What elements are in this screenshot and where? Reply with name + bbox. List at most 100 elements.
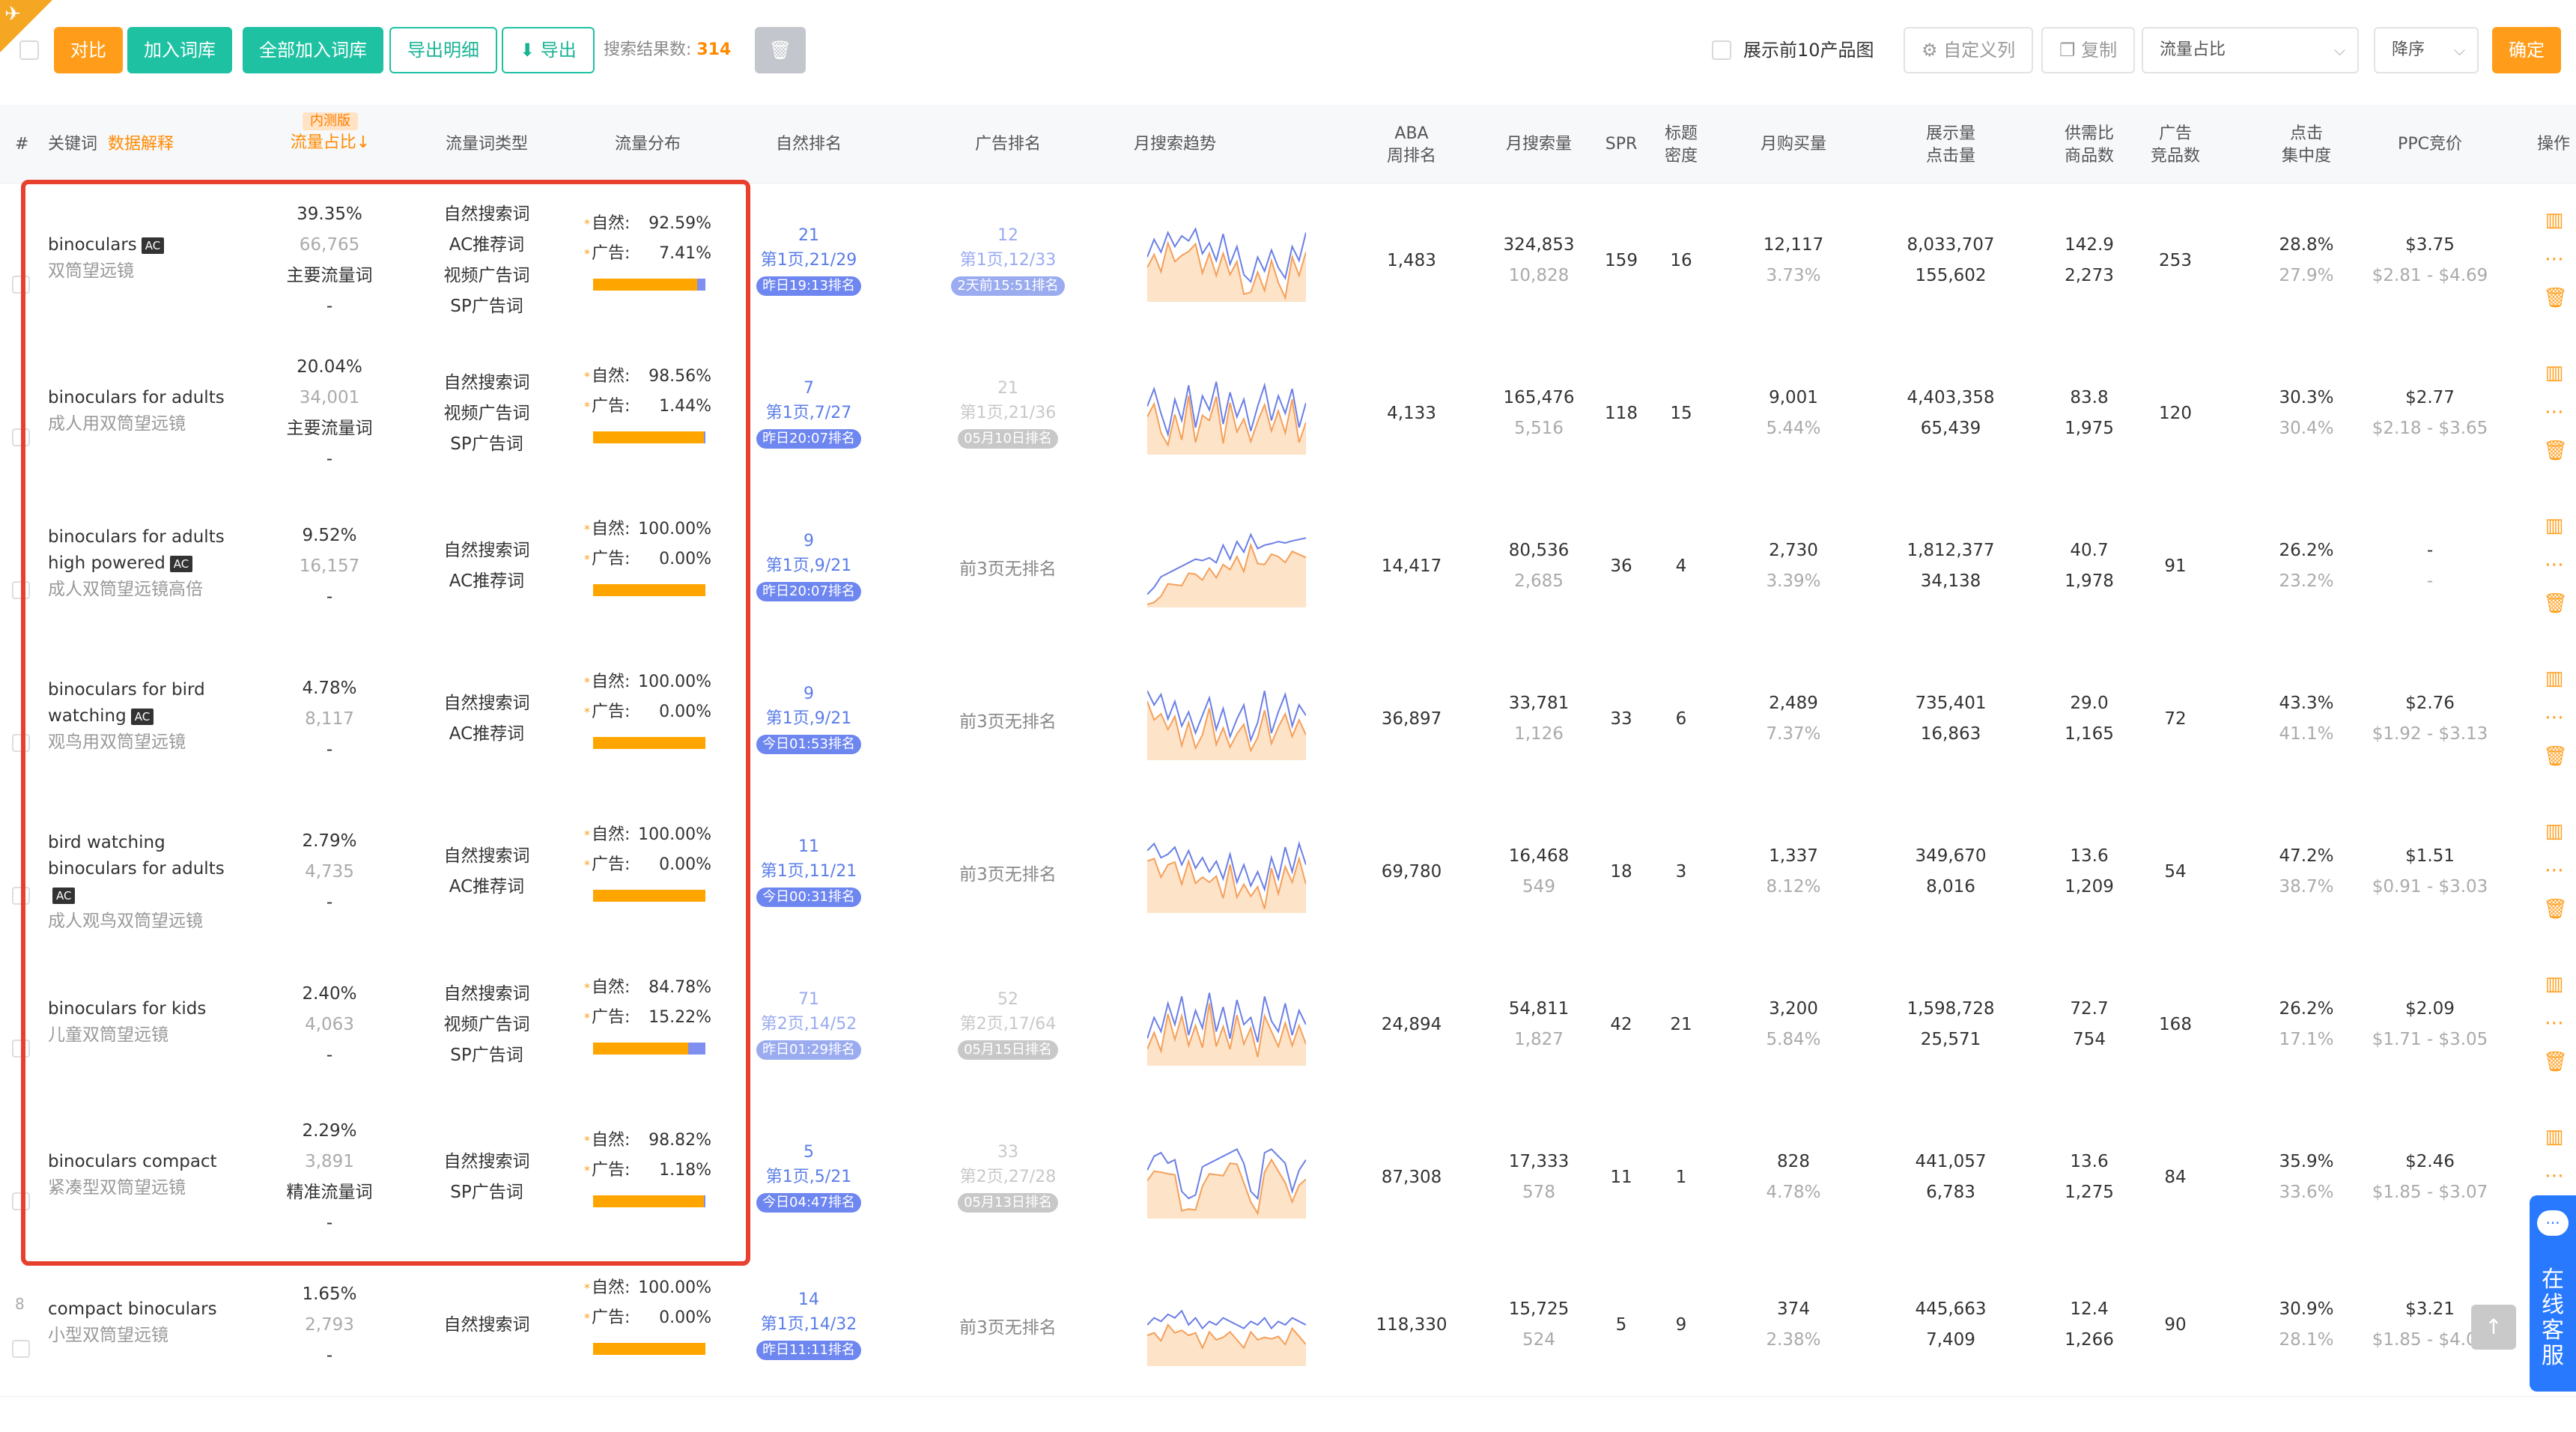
more-icon[interactable]: ⋯ bbox=[2543, 392, 2566, 431]
trash-icon[interactable]: 🗑 bbox=[2543, 890, 2568, 929]
organic-pct: 98.82% bbox=[648, 1131, 711, 1150]
organic-rank-cell[interactable]: 11 第1页,11/21 今日00:31排名 bbox=[741, 834, 876, 908]
row-checkbox[interactable] bbox=[12, 734, 30, 752]
more-icon[interactable]: ⋯ bbox=[2543, 1156, 2566, 1195]
ad-rank-cell[interactable]: 33 第2页,27/28 05月13日排名 bbox=[941, 1140, 1075, 1214]
export-button[interactable]: ⬇ 导出 bbox=[502, 27, 595, 73]
copy-button[interactable]: ❐ 复制 bbox=[2041, 27, 2136, 73]
keyword-cell[interactable]: bird watching binoculars for adults AC 成人… bbox=[48, 830, 243, 935]
confirm-button[interactable]: 确定 bbox=[2492, 27, 2561, 73]
delete-button[interactable]: 🗑 bbox=[755, 27, 806, 73]
bar-chart-icon[interactable]: ▥ bbox=[2543, 659, 2566, 698]
keyword-cell[interactable]: binoculars for adults 成人用双筒望远镜 bbox=[48, 385, 243, 437]
bar-chart-icon[interactable]: ▥ bbox=[2543, 201, 2566, 240]
search-trend-chart[interactable] bbox=[1147, 831, 1306, 913]
search-trend-chart[interactable] bbox=[1147, 678, 1306, 760]
keyword-cell[interactable]: binoculars compact 紧凑型双筒望远镜 bbox=[48, 1149, 243, 1201]
bar-chart-icon[interactable]: ▥ bbox=[2543, 354, 2566, 392]
add-all-to-library-button[interactable]: 全部加入词库 bbox=[243, 27, 383, 73]
keyword-cell[interactable]: binoculars for adults high powered AC 成人双… bbox=[48, 524, 243, 603]
keyword-text[interactable]: binoculars for kids bbox=[48, 999, 206, 1019]
organic-rank-cell[interactable]: 9 第1页,9/21 今日01:53排名 bbox=[741, 682, 876, 756]
trash-icon[interactable]: 🗑 bbox=[2543, 737, 2568, 776]
trash-icon[interactable]: 🗑 bbox=[2543, 431, 2568, 470]
search-trend-chart[interactable] bbox=[1147, 372, 1306, 455]
show-top10-checkbox[interactable] bbox=[1712, 40, 1731, 60]
sort-field-select[interactable]: 流量占比 ⌵ bbox=[2142, 27, 2359, 73]
traffic-share-count: 16,157 bbox=[299, 556, 360, 576]
keyword-cell[interactable]: binoculars for bird watching AC 观鸟用双筒望远镜 bbox=[48, 677, 243, 756]
online-support-widget[interactable]: ··· 在线客服 bbox=[2530, 1195, 2576, 1392]
traffic-type: 自然搜索词 bbox=[443, 846, 530, 866]
keyword-text[interactable]: binoculars bbox=[48, 235, 137, 255]
custom-columns-button[interactable]: ⚙ 自定义列 bbox=[1904, 27, 2034, 73]
search-trend-chart[interactable] bbox=[1147, 1136, 1306, 1219]
trash-icon[interactable]: 🗑 bbox=[2543, 1043, 2568, 1081]
ad-rank-cell[interactable]: 21 第1页,21/36 05月10日排名 bbox=[941, 376, 1075, 450]
trash-icon: 🗑 bbox=[768, 40, 792, 61]
sort-order-select[interactable]: 降序 ⌵ bbox=[2374, 27, 2479, 73]
traffic-type-cell: 自然搜索词 bbox=[419, 1310, 554, 1341]
more-icon[interactable]: ⋯ bbox=[2543, 1004, 2566, 1043]
data-explain-link[interactable]: 数据解释 bbox=[108, 135, 174, 154]
keyword-cell[interactable]: binoculars AC 双筒望远镜 bbox=[48, 232, 243, 285]
ad-rank-cell[interactable]: 12 第1页,12/33 2天前15:51排名 bbox=[941, 223, 1075, 297]
add-to-library-button[interactable]: 加入词库 bbox=[127, 27, 232, 73]
select-all-checkbox[interactable] bbox=[19, 40, 39, 60]
ad-rank-cell[interactable]: 52 第2页,17/64 05月15日排名 bbox=[941, 987, 1075, 1061]
organic-rank-time: 昨日20:07排名 bbox=[756, 429, 861, 449]
more-icon[interactable]: ⋯ bbox=[2543, 851, 2566, 890]
organic-label: *自然: bbox=[584, 673, 631, 691]
keyword-text[interactable]: binoculars for adults bbox=[48, 388, 225, 407]
more-icon[interactable]: ⋯ bbox=[2543, 698, 2566, 737]
row-checkbox[interactable] bbox=[12, 1340, 30, 1358]
organic-rank-cell[interactable]: 7 第1页,7/27 昨日20:07排名 bbox=[741, 376, 876, 450]
keyword-text[interactable]: binoculars for adults high powered bbox=[48, 527, 225, 573]
back-to-top-button[interactable]: ↑ bbox=[2471, 1305, 2516, 1350]
trash-icon[interactable]: 🗑 bbox=[2543, 584, 2568, 623]
row-checkbox[interactable] bbox=[12, 276, 30, 294]
row-checkbox[interactable] bbox=[12, 1192, 30, 1210]
row-checkbox[interactable] bbox=[12, 887, 30, 905]
row-checkbox[interactable] bbox=[12, 1040, 30, 1058]
bar-chart-icon[interactable]: ▥ bbox=[2543, 506, 2566, 545]
organic-rank-cell[interactable]: 9 第1页,9/21 昨日20:07排名 bbox=[741, 529, 876, 603]
search-trend-chart[interactable] bbox=[1147, 219, 1306, 302]
monthly-buy-cell: 828 4.78% bbox=[1766, 1152, 1821, 1202]
bar-chart-icon[interactable]: ▥ bbox=[2543, 1117, 2566, 1156]
bar-chart-icon[interactable]: ▥ bbox=[2543, 812, 2566, 851]
keyword-text[interactable]: bird watching binoculars for adults bbox=[48, 833, 225, 879]
bar-chart-icon[interactable]: ▥ bbox=[2543, 965, 2566, 1004]
trash-icon[interactable]: 🗑 bbox=[2543, 279, 2568, 318]
more-icon[interactable]: ⋯ bbox=[2543, 545, 2566, 584]
traffic-share-value: 9.52% bbox=[302, 525, 357, 545]
organic-rank-cell[interactable]: 14 第1页,14/32 昨日11:11排名 bbox=[741, 1287, 876, 1362]
export-detail-button[interactable]: 导出明细 bbox=[389, 27, 497, 73]
keyword-cell[interactable]: binoculars for kids 儿童双筒望远镜 bbox=[48, 996, 243, 1049]
col-traffic-share[interactable]: 内测版 流量占比↓ bbox=[282, 112, 379, 154]
organic-rank-cell[interactable]: 5 第1页,5/21 今日04:47排名 bbox=[741, 1140, 876, 1214]
search-trend-chart[interactable] bbox=[1147, 1284, 1306, 1366]
keyword-text[interactable]: binoculars for bird watching bbox=[48, 680, 205, 726]
traffic-dist-cell: *自然: 100.00% *广告: 0.00% bbox=[584, 667, 711, 771]
compare-button[interactable]: 对比 bbox=[54, 27, 123, 73]
more-icon[interactable]: ⋯ bbox=[2543, 240, 2566, 279]
traffic-share-value: 2.29% bbox=[302, 1121, 357, 1141]
table-header: # 关键词 数据解释 内测版 流量占比↓ 流量词类型 流量分布 自然排名 广告排名 … bbox=[0, 105, 2576, 183]
supply-ratio-cell: 29.0 1,165 bbox=[2065, 694, 2114, 744]
row-checkbox[interactable] bbox=[12, 428, 30, 446]
keyword-cell[interactable]: compact binoculars 小型双筒望远镜 bbox=[48, 1296, 243, 1349]
organic-fill bbox=[593, 890, 705, 902]
row-checkbox[interactable] bbox=[12, 581, 30, 599]
organic-rank-cell[interactable]: 21 第1页,21/29 昨日19:13排名 bbox=[741, 223, 876, 297]
traffic-type-cell: 自然搜索词 视频广告词 SP广告词 bbox=[419, 368, 554, 460]
traffic-share-value: 2.40% bbox=[302, 983, 357, 1004]
monthly-buy-cell: 3,200 5.84% bbox=[1766, 999, 1821, 1049]
keyword-text[interactable]: compact binoculars bbox=[48, 1299, 217, 1319]
traffic-type: 自然搜索词 bbox=[443, 372, 530, 392]
search-trend-chart[interactable] bbox=[1147, 983, 1306, 1066]
keyword-text[interactable]: binoculars compact bbox=[48, 1152, 217, 1171]
search-trend-chart[interactable] bbox=[1147, 525, 1306, 607]
ppc-cell: $2.46 $1.85 - $3.07 bbox=[2372, 1152, 2488, 1202]
organic-rank-cell[interactable]: 71 第2页,14/52 昨日01:29排名 bbox=[741, 987, 876, 1061]
